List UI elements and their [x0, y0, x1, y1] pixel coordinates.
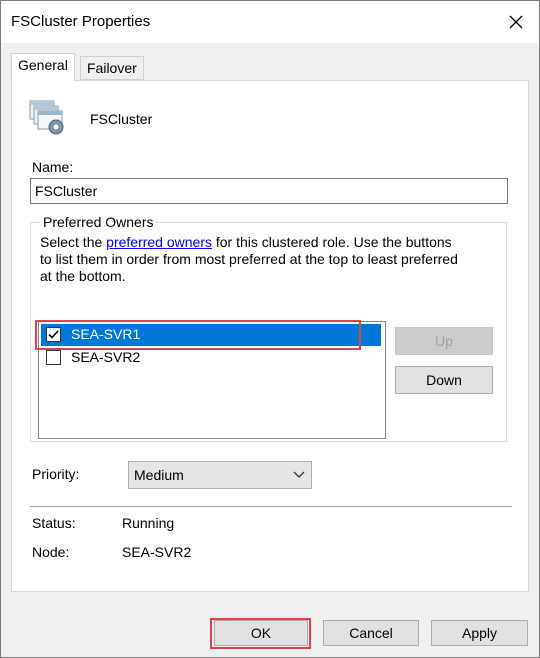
- name-label: Name:: [32, 159, 74, 175]
- desc-line-2: to list them in order from most preferre…: [40, 251, 458, 267]
- chevron-down-icon: [293, 471, 305, 478]
- priority-select[interactable]: Medium: [128, 461, 312, 489]
- owner-checkbox-sea-svr2[interactable]: [46, 350, 61, 365]
- cancel-button[interactable]: Cancel: [323, 620, 419, 646]
- close-icon: [509, 15, 523, 29]
- desc-prefix: Select the: [40, 234, 107, 250]
- cluster-role-icon: [29, 100, 64, 135]
- separator: [30, 506, 512, 507]
- desc-line-3: at the bottom.: [40, 268, 126, 284]
- apply-button[interactable]: Apply: [431, 620, 528, 646]
- window-title: FSCluster Properties: [11, 13, 151, 30]
- owner-name: SEA-SVR2: [71, 349, 141, 365]
- ok-highlight-box: [210, 618, 311, 649]
- preferred-owners-link[interactable]: preferred owners: [106, 234, 212, 250]
- down-button[interactable]: Down: [395, 366, 493, 394]
- list-item[interactable]: SEA-SVR2: [41, 347, 381, 369]
- name-field[interactable]: FSCluster: [30, 178, 508, 204]
- highlight-box: [35, 320, 361, 350]
- title-bar: FSCluster Properties: [1, 1, 539, 43]
- properties-dialog: FSCluster Properties General Failover FS…: [0, 0, 540, 658]
- tab-failover[interactable]: Failover: [80, 56, 144, 80]
- general-tab-panel: FSCluster Name: FSCluster Preferred Owne…: [11, 80, 529, 592]
- priority-label: Priority:: [32, 466, 80, 482]
- close-button[interactable]: [493, 1, 539, 43]
- status-label: Status:: [32, 515, 76, 531]
- up-button[interactable]: Up: [395, 327, 493, 355]
- priority-value: Medium: [134, 467, 184, 483]
- node-label: Node:: [32, 544, 70, 560]
- preferred-owners-legend: Preferred Owners: [40, 214, 157, 230]
- status-value: Running: [122, 515, 175, 531]
- tab-general[interactable]: General: [11, 53, 75, 81]
- desc-line1-suffix: for this clustered role. Use the buttons: [211, 234, 452, 250]
- role-name: FSCluster: [90, 111, 153, 127]
- preferred-owners-description: Select the preferred owners for this clu…: [40, 234, 500, 285]
- node-value: SEA-SVR2: [122, 544, 192, 560]
